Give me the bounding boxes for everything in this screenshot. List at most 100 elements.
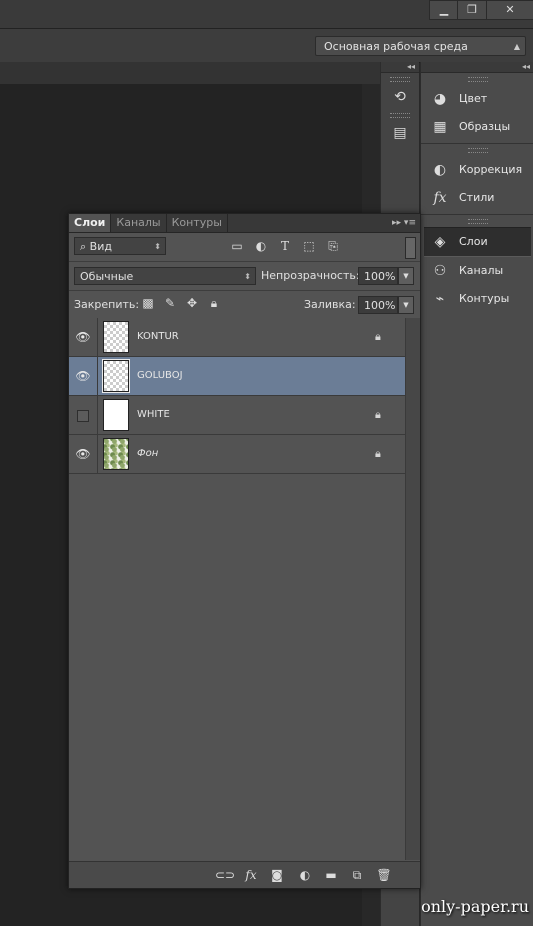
layer-name[interactable]: KONTUR xyxy=(137,318,179,356)
lock-brush-icon[interactable]: ✎ xyxy=(163,296,177,310)
panel-item-adjustments[interactable]: ◐ Коррекция xyxy=(421,156,533,184)
document-tab-area xyxy=(0,62,380,84)
layer-name[interactable]: WHITE xyxy=(137,396,170,434)
adjustment-layer-icon[interactable]: ◐ xyxy=(297,867,313,883)
paths-icon: ⌁ xyxy=(435,291,445,307)
panel-item-label: Слои xyxy=(459,235,488,248)
fx-icon[interactable]: fx xyxy=(243,867,259,883)
grip-handle[interactable] xyxy=(467,219,488,224)
panel-dock: ◂◂ ◕ Цвет ▦ Образцы ◐ Коррекция fx Стили… xyxy=(420,62,533,926)
filter-toggle-switch[interactable] xyxy=(405,237,416,259)
lock-row: Закрепить: ▩ ✎ ✥ 🔒︎ Заливка: 100% ▼ xyxy=(69,291,420,320)
chevron-updown-icon: ⬍ xyxy=(154,242,161,251)
tab-layers[interactable]: Слои xyxy=(69,214,112,232)
layers-panel: Слои Каналы Контуры ▸▸ ▾≡ ⌕ Вид ⬍ ▭ ◐ T … xyxy=(68,213,421,889)
filter-kind-label: ⌕ Вид xyxy=(80,240,112,253)
panel-item-paths[interactable]: ⌁ Контуры xyxy=(421,285,533,313)
swatches-icon: ▦ xyxy=(433,119,447,135)
folder-icon[interactable]: ▬ xyxy=(323,867,339,883)
tab-paths[interactable]: Контуры xyxy=(167,214,228,232)
layer-row[interactable]: WHITE 🔒︎ xyxy=(69,396,405,435)
filter-row: ⌕ Вид ⬍ ▭ ◐ T ⬚ ⎘ xyxy=(69,233,420,262)
panel-item-label: Контуры xyxy=(459,292,510,305)
layer-list: 👁︎ KONTUR 🔒︎ 👁︎ GOLUBOJ WHITE 🔒︎ 👁︎ Фон 🔒︎ xyxy=(69,318,405,860)
opacity-input[interactable]: 100% xyxy=(358,267,398,285)
grip-handle[interactable] xyxy=(467,77,488,82)
eye-icon[interactable]: 👁︎ xyxy=(69,318,98,356)
panel-item-channels[interactable]: ⚇ Каналы xyxy=(421,257,533,285)
chevron-updown-icon: ▲ xyxy=(513,42,520,51)
workspace-label: Основная рабочая среда xyxy=(324,40,468,53)
fill-label: Заливка: xyxy=(304,298,356,311)
hidden-box-icon xyxy=(77,409,89,422)
strip-collapse-button[interactable]: ◂◂ xyxy=(381,62,419,73)
lock-move-icon[interactable]: ✥ xyxy=(185,296,199,310)
filter-smartobject-icon[interactable]: ⎘ xyxy=(325,238,341,254)
palette-icon: ◕ xyxy=(433,91,447,107)
history-icon[interactable]: ⟲ xyxy=(388,85,412,109)
filter-pixel-icon[interactable]: ▭ xyxy=(229,238,245,254)
restore-button[interactable]: ❐ xyxy=(457,0,487,20)
layer-list-scrollbar[interactable] xyxy=(405,318,420,860)
lock-icon: 🔒︎ xyxy=(375,408,381,421)
layer-thumbnail[interactable] xyxy=(102,359,130,393)
filter-kind-select[interactable]: ⌕ Вид ⬍ xyxy=(74,237,166,255)
layer-thumbnail[interactable] xyxy=(103,399,129,431)
tab-channels[interactable]: Каналы xyxy=(111,214,167,232)
panel-item-label: Образцы xyxy=(459,120,511,133)
opacity-value: 100% xyxy=(364,270,396,283)
grip-handle[interactable] xyxy=(390,113,410,118)
filter-adjustment-icon[interactable]: ◐ xyxy=(253,238,269,254)
layer-thumbnail[interactable] xyxy=(103,438,129,470)
properties-icon[interactable]: ▤ xyxy=(388,121,412,145)
filter-shape-icon[interactable]: ⬚ xyxy=(301,238,317,254)
panel-item-label: Стили xyxy=(459,191,495,204)
layer-name[interactable]: GOLUBOJ xyxy=(137,357,183,395)
divider xyxy=(421,214,533,215)
panel-item-layers[interactable]: ◈ Слои xyxy=(424,227,531,257)
chevron-updown-icon: ⬍ xyxy=(244,272,251,281)
close-button[interactable]: ✕ xyxy=(486,0,533,20)
fill-value: 100% xyxy=(364,299,396,312)
watermark: only-paper.ru xyxy=(421,897,529,916)
blend-mode-label: Обычные xyxy=(80,270,134,283)
mask-icon[interactable]: ◙ xyxy=(269,867,285,883)
layer-name[interactable]: Фон xyxy=(137,435,158,473)
layer-row[interactable]: 👁︎ GOLUBOJ xyxy=(69,357,405,396)
adjustments-icon: ◐ xyxy=(433,162,447,178)
new-layer-icon[interactable]: ⧉ xyxy=(349,867,365,883)
styles-icon: fx xyxy=(433,190,447,206)
panel-item-color[interactable]: ◕ Цвет xyxy=(421,85,533,113)
fill-dropdown-button[interactable]: ▼ xyxy=(398,296,414,314)
visibility-toggle[interactable] xyxy=(69,396,98,434)
grip-handle[interactable] xyxy=(467,148,488,153)
grip-handle[interactable] xyxy=(390,77,410,82)
lock-icon: 🔒︎ xyxy=(375,447,381,460)
layers-bottom-toolbar: ⊂⊃ fx ◙ ◐ ▬ ⧉ 🗑︎ xyxy=(69,861,420,888)
blend-row: Обычные ⬍ Непрозрачность: 100% ▼ xyxy=(69,262,420,291)
blend-mode-select[interactable]: Обычные ⬍ xyxy=(74,267,256,285)
eye-icon[interactable]: 👁︎ xyxy=(69,435,98,473)
minimize-button[interactable]: ▁ xyxy=(429,0,459,20)
fill-input[interactable]: 100% xyxy=(358,296,398,314)
layer-row[interactable]: 👁︎ KONTUR 🔒︎ xyxy=(69,318,405,357)
filter-type-icon[interactable]: T xyxy=(277,238,293,254)
lock-transparency-icon[interactable]: ▩ xyxy=(141,296,155,310)
panel-item-styles[interactable]: fx Стили xyxy=(421,184,533,212)
eye-icon[interactable]: 👁︎ xyxy=(69,357,98,395)
layer-thumbnail[interactable] xyxy=(103,321,129,353)
panel-menu-icon[interactable]: ▸▸ ▾≡ xyxy=(392,214,416,232)
divider xyxy=(421,143,533,144)
lock-all-icon[interactable]: 🔒︎ xyxy=(207,296,221,310)
opacity-dropdown-button[interactable]: ▼ xyxy=(398,267,414,285)
dock-collapse-button[interactable]: ◂◂ xyxy=(421,62,533,73)
workspace-select[interactable]: Основная рабочая среда ▲ xyxy=(315,36,526,56)
trash-icon[interactable]: 🗑︎ xyxy=(376,867,392,883)
link-icon[interactable]: ⊂⊃ xyxy=(215,867,235,883)
lock-label: Закрепить: xyxy=(74,298,140,311)
panel-tabs: Слои Каналы Контуры ▸▸ ▾≡ xyxy=(69,214,420,233)
layer-row[interactable]: 👁︎ Фон 🔒︎ xyxy=(69,435,405,474)
layers-icon: ◈ xyxy=(434,234,446,250)
title-bar: ▁ ❐ ✕ xyxy=(0,0,533,29)
panel-item-swatches[interactable]: ▦ Образцы xyxy=(421,113,533,141)
